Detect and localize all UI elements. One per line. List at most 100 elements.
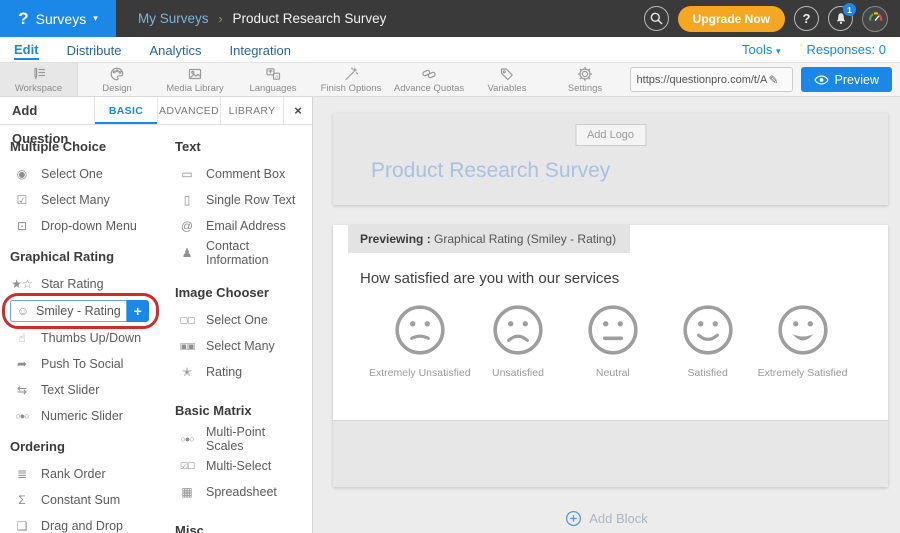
finish-options-button[interactable]: Finish Options — [312, 63, 390, 96]
qtype-push-to-social[interactable]: ➦ Push To Social — [10, 351, 165, 377]
grid-icon: ▦ — [175, 485, 199, 499]
tab-edit[interactable]: Edit — [14, 40, 39, 60]
tab-basic[interactable]: BASIC — [95, 97, 158, 124]
ordered-list-icon: ≣ — [10, 467, 34, 481]
advance-quotas-button[interactable]: Advance Quotas — [390, 63, 468, 96]
breadcrumb-separator-icon: › — [219, 12, 223, 26]
responses-count[interactable]: Responses: 0 — [807, 42, 887, 57]
rating-option-5[interactable]: Extremely Satisfied — [755, 303, 850, 379]
product-name: Surveys — [36, 11, 87, 27]
languages-button[interactable]: A Languages — [234, 63, 312, 96]
add-logo-button[interactable]: Add Logo — [575, 124, 646, 146]
add-question-title: Add Question — [0, 97, 95, 124]
gauge-avatar-icon — [867, 10, 884, 27]
qtype-image-rating[interactable]: ✭ Rating — [175, 359, 306, 385]
breadcrumb: My Surveys › Product Research Survey — [138, 11, 386, 26]
thumb-icon: ☝ — [10, 331, 34, 345]
breadcrumb-current-survey: Product Research Survey — [233, 11, 387, 26]
tab-analytics[interactable]: Analytics — [149, 41, 201, 59]
tab-library[interactable]: LIBRARY — [221, 97, 284, 124]
survey-title[interactable]: Product Research Survey — [371, 159, 610, 183]
edit-url-icon[interactable]: ✎ — [769, 73, 779, 87]
section-basic-matrix: Basic Matrix — [175, 403, 306, 418]
question-column-1: Multiple Choice ◉ Select One ☑ Select Ma… — [10, 129, 165, 533]
topnav-actions: Upgrade Now ? 1 — [644, 6, 900, 32]
breadcrumb-my-surveys[interactable]: My Surveys — [138, 11, 209, 26]
qtype-drag-and-drop[interactable]: ❏ Drag and Drop — [10, 513, 165, 533]
tab-distribute[interactable]: Distribute — [67, 41, 122, 59]
design-button[interactable]: Design — [78, 63, 156, 96]
survey-url-field[interactable]: ✎ — [630, 67, 793, 92]
question-mark-icon: ? — [803, 11, 811, 26]
drag-icon: ❏ — [10, 519, 34, 533]
tab-advanced[interactable]: ADVANCED — [158, 97, 221, 124]
tab-integration[interactable]: Integration — [230, 41, 291, 59]
qtype-numeric-slider[interactable]: ○●○ Numeric Slider — [10, 403, 165, 429]
qtype-single-row-text[interactable]: ▯ Single Row Text — [175, 187, 306, 213]
qtype-multi-select[interactable]: ☑☐ Multi-Select — [175, 453, 306, 479]
qtype-star-rating[interactable]: ★☆ Star Rating — [10, 271, 165, 297]
slider-icon: ⇆ — [10, 383, 34, 397]
rating-option-4[interactable]: Satisfied — [660, 303, 755, 379]
preview-button[interactable]: Preview — [801, 67, 892, 92]
section-graphical-rating: Graphical Rating — [10, 249, 165, 264]
notifications-button[interactable]: 1 — [828, 6, 853, 31]
qtype-dropdown-menu[interactable]: ⊡ Drop-down Menu — [10, 213, 165, 239]
qtype-comment-box[interactable]: ▭ Comment Box — [175, 161, 306, 187]
section-misc: Misc — [175, 523, 306, 533]
question-type-list: Multiple Choice ◉ Select One ☑ Select Ma… — [0, 125, 312, 533]
tag-icon — [499, 66, 515, 82]
qtype-spreadsheet[interactable]: ▦ Spreadsheet — [175, 479, 306, 505]
close-panel-button[interactable]: × — [284, 97, 312, 124]
qtype-smiley-rating-wrap: ☺ Smiley - Rating + — [10, 300, 149, 322]
qtype-rank-order[interactable]: ≣ Rank Order — [10, 461, 165, 487]
smiley-neutral-icon — [586, 303, 640, 357]
qtype-image-select-many[interactable]: ▣▣ Select Many — [175, 333, 306, 359]
tools-dropdown[interactable]: Tools ▾ — [742, 42, 781, 57]
rating-option-1[interactable]: Extremely Unsatisfied — [369, 303, 471, 379]
question-column-2: Text ▭ Comment Box ▯ Single Row Text @ E… — [175, 129, 306, 533]
media-library-button[interactable]: Media Library — [156, 63, 234, 96]
smiley-extremely-satisfied-icon — [776, 303, 830, 357]
share-icon: ➦ — [10, 357, 34, 371]
search-icon — [649, 11, 664, 26]
star-icon: ★☆ — [10, 277, 34, 291]
upgrade-now-button[interactable]: Upgrade Now — [678, 6, 785, 32]
images-checked-icon: ▣▣ — [175, 341, 199, 352]
survey-url-input[interactable] — [637, 74, 769, 86]
question-text[interactable]: How satisfied are you with our services — [360, 270, 888, 287]
product-switcher[interactable]: ? Surveys ▾ — [0, 0, 116, 37]
question-preview-block: Previewing : Graphical Rating (Smiley - … — [333, 225, 888, 487]
survey-menubar: Edit Distribute Analytics Integration To… — [0, 37, 900, 62]
rating-option-2[interactable]: Unsatisfied — [471, 303, 566, 379]
qtype-image-select-one[interactable]: ▢▢ Select One — [175, 307, 306, 333]
rating-option-3[interactable]: Neutral — [565, 303, 660, 379]
qtype-constant-sum[interactable]: Σ Constant Sum — [10, 487, 165, 513]
qtype-select-many[interactable]: ☑ Select Many — [10, 187, 165, 213]
workspace-button[interactable]: Workspace — [0, 63, 78, 96]
help-button[interactable]: ? — [794, 6, 819, 31]
smiley-unsatisfied-icon — [491, 303, 545, 357]
previewing-tab: Previewing : Graphical Rating (Smiley - … — [348, 225, 630, 253]
notification-count-badge: 1 — [843, 3, 856, 16]
qtype-contact-information[interactable]: ♟ Contact Information — [175, 239, 306, 267]
workspace-icon — [31, 66, 47, 82]
settings-button[interactable]: Settings — [546, 63, 624, 96]
qtype-select-one[interactable]: ◉ Select One — [10, 161, 165, 187]
qtype-smiley-rating[interactable]: ☺ Smiley - Rating + — [10, 300, 149, 322]
qtype-thumbs-up-down[interactable]: ☝ Thumbs Up/Down — [10, 325, 165, 351]
account-avatar[interactable] — [862, 6, 888, 32]
qtype-text-slider[interactable]: ⇆ Text Slider — [10, 377, 165, 403]
search-button[interactable] — [644, 6, 669, 31]
top-navbar: ? Surveys ▾ My Surveys › Product Researc… — [0, 0, 900, 37]
smiley-scale: Extremely Unsatisfied Unsatisfied — [333, 287, 888, 379]
images-icon: ▢▢ — [175, 315, 199, 326]
add-block-button[interactable]: Add Block — [313, 510, 900, 527]
survey-footer-block — [333, 420, 888, 487]
question-preview-body: Previewing : Graphical Rating (Smiley - … — [333, 225, 888, 420]
add-smiley-question-button[interactable]: + — [127, 300, 149, 322]
multi-select-icon: ☑☐ — [175, 461, 199, 472]
qtype-multi-point-scales[interactable]: ○●○ Multi-Point Scales — [175, 425, 306, 453]
variables-button[interactable]: Variables — [468, 63, 546, 96]
qtype-email-address[interactable]: @ Email Address — [175, 213, 306, 239]
